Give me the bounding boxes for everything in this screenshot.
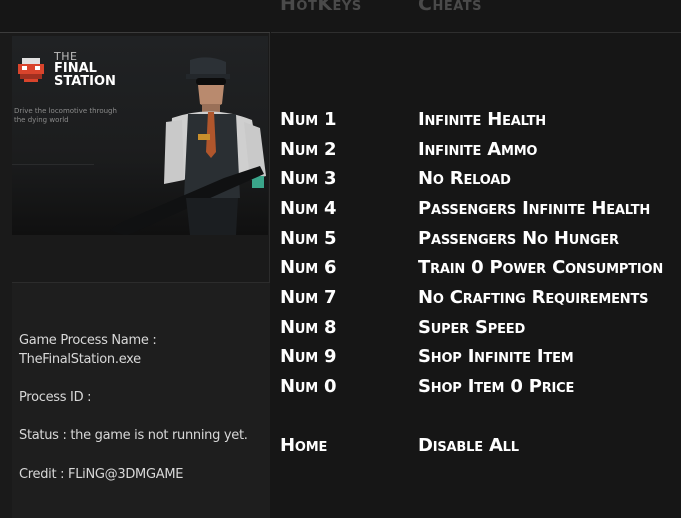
cheat-label: Disable All (418, 435, 519, 456)
cheat-row[interactable]: Num 2 Infinite Ammo (271, 137, 681, 165)
cheat-row[interactable]: Num 8 Super Speed (271, 315, 681, 343)
hotkey-label: Num 8 (280, 317, 337, 338)
hotkey-label: Num 5 (280, 228, 337, 249)
hotkey-label: Num 2 (280, 139, 337, 160)
cheat-label: Train 0 Power Consumption (418, 257, 664, 278)
status-text: Status : the game is not running yet. (19, 428, 248, 443)
cheat-label: Passengers No Hunger (418, 228, 619, 249)
hotkey-label: Num 1 (280, 109, 337, 130)
cheat-row[interactable]: Num 4 Passengers Infinite Health (271, 196, 681, 224)
cheat-label: No Reload (418, 168, 511, 189)
hotkey-label: Num 3 (280, 168, 337, 189)
trainer-window: THE FINAL STATION Drive the locomotive t… (0, 0, 681, 518)
hotkey-label: Num 4 (280, 198, 337, 219)
hotkey-label: Home (280, 435, 328, 456)
left-panel: THE FINAL STATION Drive the locomotive t… (0, 0, 270, 518)
hotkey-label: Num 9 (280, 346, 337, 367)
process-name-label: Game Process Name : (19, 333, 157, 348)
cheat-label: Passengers Infinite Health (418, 198, 651, 219)
cheat-row[interactable]: Num 7 No Crafting Requirements (271, 285, 681, 313)
cheat-row[interactable]: Num 6 Train 0 Power Consumption (271, 255, 681, 283)
cheat-label: No Crafting Requirements (418, 287, 649, 308)
cheat-label: Infinite Ammo (418, 139, 538, 160)
cheat-row[interactable]: Num 3 No Reload (271, 166, 681, 194)
process-name-value: TheFinalStation.exe (19, 352, 141, 367)
left-panel-header (0, 0, 270, 33)
cheat-row[interactable]: Num 9 Shop Infinite Item (271, 344, 681, 372)
cheat-label: Shop Item 0 Price (418, 376, 575, 397)
cheat-label: Infinite Health (418, 109, 546, 130)
cheats-column-header: Cheats (418, 0, 482, 15)
cheat-label: Shop Infinite Item (418, 346, 574, 367)
hotkey-label: Num 7 (280, 287, 337, 308)
hotkeys-column-header: HotKeys (280, 0, 362, 15)
cheats-panel: HotKeys Cheats Num 1 Infinite Health Num… (271, 0, 681, 518)
game-banner: THE FINAL STATION Drive the locomotive t… (12, 36, 268, 235)
cheats-header: HotKeys Cheats (271, 0, 681, 33)
hotkey-label: Num 6 (280, 257, 337, 278)
cheat-row[interactable]: Num 5 Passengers No Hunger (271, 226, 681, 254)
hotkey-label: Num 0 (280, 376, 337, 397)
game-logo-icon (18, 58, 44, 82)
credit-text: Credit : FLiNG@3DMGAME (19, 467, 184, 482)
character-artwork (110, 57, 266, 235)
cheat-row[interactable]: Num 1 Infinite Health (271, 107, 681, 135)
cheat-label: Super Speed (418, 317, 526, 338)
process-id-label: Process ID : (19, 390, 92, 405)
disable-all-row[interactable]: Home Disable All (271, 433, 681, 461)
cheat-row[interactable]: Num 0 Shop Item 0 Price (271, 374, 681, 402)
process-info-panel: Game Process Name : TheFinalStation.exe … (12, 282, 270, 518)
